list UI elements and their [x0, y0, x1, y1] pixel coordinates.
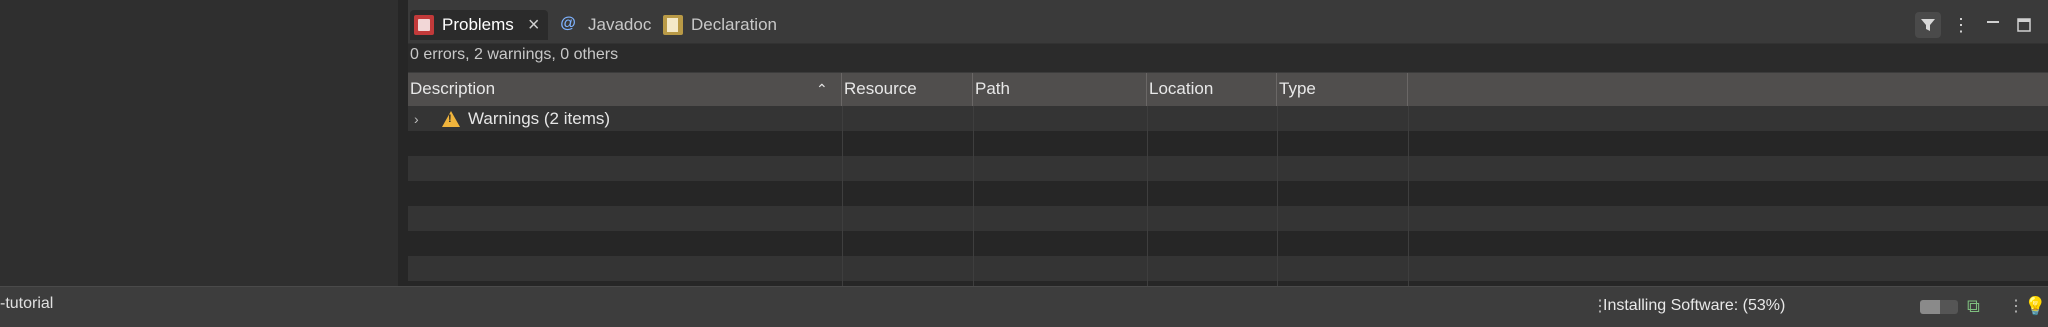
minimize-icon: [1987, 21, 1999, 23]
column-header-resource[interactable]: Resource: [842, 73, 973, 107]
table-row-empty: [408, 156, 2048, 181]
progress-bar[interactable]: [1920, 300, 1958, 314]
progress-label[interactable]: Installing Software: (53%): [1603, 297, 1785, 315]
maximize-button[interactable]: [2011, 12, 2037, 38]
column-divider: [1147, 106, 1148, 286]
table-row-empty: [408, 231, 2048, 256]
progress-view-icon[interactable]: ⧉: [1967, 296, 1980, 317]
status-project-name: -tutorial: [0, 295, 54, 312]
maximize-icon: [2017, 18, 2031, 32]
table-row-empty: [408, 256, 2048, 281]
close-icon[interactable]: ×: [528, 15, 540, 35]
filter-icon: [1921, 19, 1935, 31]
tab-javadoc-label: Javadoc: [588, 15, 652, 34]
problems-view: Problems × @ Javadoc Declaration ⋮ 0 err…: [408, 0, 2048, 306]
progress-fill: [1920, 300, 1941, 314]
column-header-description-label: Description: [410, 79, 496, 98]
filter-button[interactable]: [1915, 12, 1941, 38]
column-divider: [1408, 106, 1409, 286]
tab-javadoc[interactable]: @ Javadoc: [560, 10, 651, 40]
view-tab-bar: Problems × @ Javadoc Declaration ⋮: [408, 0, 2048, 44]
sort-ascending-icon: ⌃: [816, 81, 828, 97]
column-header-path[interactable]: Path: [973, 73, 1147, 107]
warnings-group-row[interactable]: › Warnings (2 items): [408, 106, 610, 131]
tab-problems-label: Problems: [442, 15, 514, 34]
table-header: Description ⌃ Resource Path Location Typ…: [408, 72, 2048, 107]
column-divider: [842, 106, 843, 286]
column-header-path-label: Path: [975, 79, 1010, 98]
column-header-resource-label: Resource: [844, 79, 917, 98]
column-header-type-label: Type: [1279, 79, 1316, 98]
tab-problems[interactable]: Problems ×: [410, 10, 548, 40]
warnings-group-label: Warnings (2 items): [468, 108, 611, 128]
column-header-location-label: Location: [1149, 79, 1214, 98]
column-divider: [1277, 106, 1278, 286]
column-divider: [973, 106, 974, 286]
declaration-icon: [663, 15, 683, 35]
column-header-description[interactable]: Description: [408, 73, 842, 107]
eclipse-window: { "tabs": [ {"label": "Problems", "icon"…: [0, 0, 2048, 327]
table-row-empty: [408, 181, 2048, 206]
status-bar: -tutorial ⋮ Installing Software: (53%) ⧉…: [0, 286, 2048, 327]
sash-divider[interactable]: [398, 0, 408, 286]
column-header-location[interactable]: Location: [1147, 73, 1277, 107]
problems-table: Description ⌃ Resource Path Location Typ…: [408, 72, 2048, 306]
status-menu-icon[interactable]: ⋮: [2008, 296, 2024, 316]
view-menu-button[interactable]: ⋮: [1948, 12, 1974, 38]
warning-icon: [442, 110, 460, 127]
table-row[interactable]: [408, 106, 2048, 131]
kebab-menu-icon: ⋮: [1952, 14, 1970, 35]
table-row-empty: [408, 131, 2048, 156]
chevron-right-icon[interactable]: ›: [414, 111, 430, 127]
minimize-button[interactable]: [1980, 12, 2006, 38]
tab-declaration[interactable]: Declaration: [663, 10, 777, 40]
problems-summary: 0 errors, 2 warnings, 0 others: [410, 46, 619, 63]
problems-icon: [414, 15, 434, 35]
tab-declaration-label: Declaration: [691, 15, 777, 34]
column-header-type[interactable]: Type: [1277, 73, 1408, 107]
lightbulb-icon[interactable]: 💡: [2024, 296, 2046, 317]
left-panel: [0, 0, 400, 286]
javadoc-icon: @: [560, 15, 576, 32]
table-row-empty: [408, 206, 2048, 231]
